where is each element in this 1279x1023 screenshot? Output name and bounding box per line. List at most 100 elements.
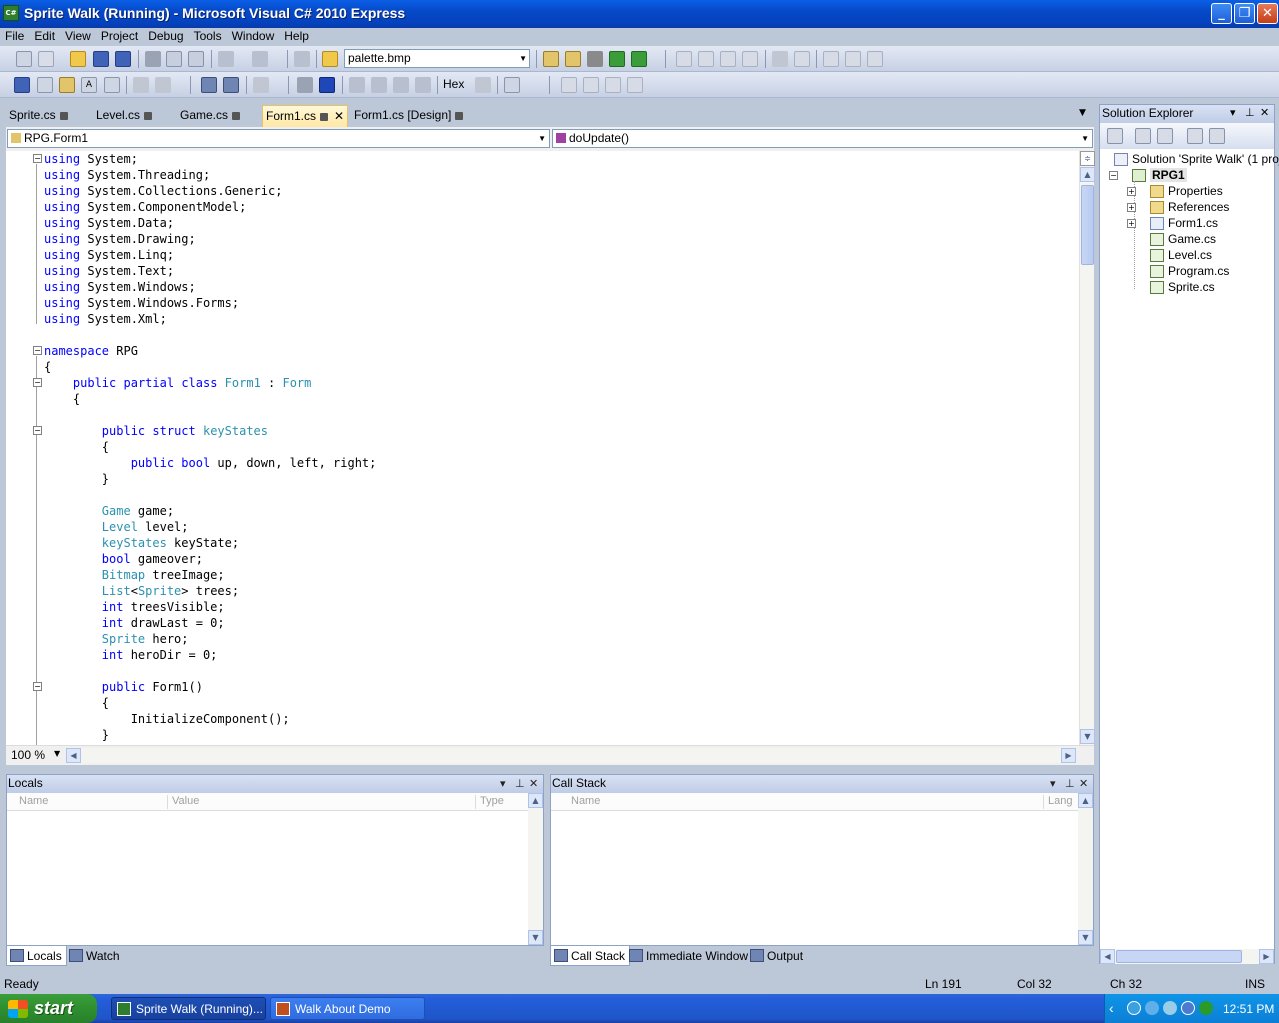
tab-watch[interactable]: Watch [66, 946, 124, 966]
save-all-icon[interactable] [115, 51, 131, 67]
code-line[interactable]: List<Sprite> trees; [44, 583, 1074, 599]
code-line[interactable]: { [44, 391, 1074, 407]
find-in-files-icon[interactable] [322, 51, 338, 67]
pin-icon[interactable]: ⊥ [1065, 776, 1075, 793]
close-icon[interactable]: ✕ [1260, 105, 1269, 122]
step-into-icon[interactable] [37, 77, 53, 93]
open-file-icon[interactable] [70, 51, 86, 67]
call-stack-scrollbar[interactable]: ▲ ▼ [1078, 793, 1093, 945]
exception-icon[interactable] [475, 77, 491, 93]
restore-button[interactable]: ❐ [1234, 3, 1255, 24]
collapse-icon[interactable]: − [33, 346, 42, 355]
criteria-pane-icon[interactable] [823, 51, 839, 67]
display-icon[interactable] [1145, 1001, 1159, 1015]
menu-debug[interactable]: Debug [143, 28, 188, 44]
code-line[interactable]: Game game; [44, 503, 1074, 519]
menu-tools[interactable]: Tools [189, 28, 227, 44]
show-next-statement-icon[interactable] [201, 77, 217, 93]
toolbox-icon[interactable] [631, 51, 647, 67]
tab-output[interactable]: Output [747, 946, 807, 966]
code-line[interactable]: Sprite hero; [44, 631, 1074, 647]
menu-window[interactable]: Window [227, 28, 280, 44]
solution-explorer-header[interactable]: Solution Explorer ▾ ⊥ ✕ [1100, 105, 1274, 123]
code-line[interactable]: { [44, 359, 1074, 375]
tree-item-properties[interactable]: Properties [1150, 183, 1223, 199]
expand-icon[interactable]: + [1127, 187, 1136, 196]
collapse-icon[interactable]: − [33, 426, 42, 435]
new-project-icon[interactable] [16, 51, 32, 67]
scroll-left-icon[interactable]: ◀ [66, 748, 81, 763]
code-line[interactable]: using System.Drawing; [44, 231, 1074, 247]
tree-project[interactable]: RPG1 [1132, 167, 1187, 183]
code-line[interactable]: { [44, 439, 1074, 455]
breakpoint-window-icon[interactable] [14, 77, 30, 93]
code-line[interactable]: bool gameover; [44, 551, 1074, 567]
continue-icon[interactable] [297, 77, 313, 93]
pin-icon[interactable]: ⊥ [515, 776, 525, 793]
code-line[interactable]: using System.Windows; [44, 279, 1074, 295]
code-line[interactable]: keyStates keyState; [44, 535, 1074, 551]
tree-item-level[interactable]: Level.cs [1150, 247, 1212, 263]
start-debugging-icon[interactable] [294, 51, 310, 67]
title-bar[interactable]: C# Sprite Walk (Running) - Microsoft Vis… [0, 0, 1279, 28]
code-line[interactable]: using System.Threading; [44, 167, 1074, 183]
code-line[interactable]: Bitmap treeImage; [44, 567, 1074, 583]
code-line[interactable]: using System.Windows.Forms; [44, 295, 1074, 311]
tab-list-dropdown-icon[interactable]: ▼ [1079, 108, 1086, 118]
comment-icon[interactable] [133, 77, 149, 93]
show-hidden-icons-icon[interactable]: ‹ [1109, 1000, 1114, 1016]
menu-help[interactable]: Help [279, 28, 314, 44]
scroll-up-icon[interactable]: ▲ [528, 793, 543, 808]
menu-project[interactable]: Project [96, 28, 143, 44]
verify-sql-icon[interactable] [794, 51, 810, 67]
code-text[interactable]: using System; using System.Threading; usin… [44, 151, 1074, 743]
scroll-down-icon[interactable]: ▼ [1080, 729, 1095, 744]
collapse-icon[interactable]: − [33, 154, 42, 163]
code-line[interactable]: int heroDir = 0; [44, 647, 1074, 663]
locals-scrollbar[interactable]: ▲ ▼ [528, 793, 543, 945]
sql-icon[interactable] [720, 51, 736, 67]
list-members-icon[interactable] [104, 77, 120, 93]
code-line[interactable] [44, 487, 1074, 503]
tab-form1-design[interactable]: Form1.cs [Design] [351, 105, 464, 127]
collapse-icon[interactable]: − [1109, 171, 1118, 180]
scroll-down-icon[interactable]: ▼ [1078, 930, 1093, 945]
zoom-dropdown-icon[interactable]: ▼ [54, 749, 60, 758]
code-line[interactable]: } [44, 471, 1074, 487]
taskbar-item-sprite-walk[interactable]: Sprite Walk (Running)... [111, 997, 266, 1020]
code-line[interactable] [44, 407, 1074, 423]
indicator-margin[interactable] [6, 151, 31, 745]
collapse-icon[interactable]: − [33, 682, 42, 691]
code-line[interactable] [44, 327, 1074, 343]
tools-icon[interactable] [587, 51, 603, 67]
breakpoints-icon[interactable] [223, 77, 239, 93]
column-language[interactable]: Lang [1048, 793, 1072, 810]
view-designer-icon[interactable] [1209, 128, 1225, 144]
code-line[interactable]: using System.Linq; [44, 247, 1074, 263]
volume-icon[interactable] [1163, 1001, 1177, 1015]
scrollbar-thumb[interactable] [1081, 185, 1094, 265]
taskbar-item-walk-about-demo[interactable]: Walk About Demo [270, 997, 425, 1020]
window-position-icon[interactable]: ▾ [1050, 776, 1056, 793]
tree-item-game[interactable]: Game.cs [1150, 231, 1216, 247]
column-type[interactable]: Type [480, 793, 504, 810]
window-position-icon[interactable]: ▾ [500, 776, 506, 793]
output-window-icon[interactable] [504, 77, 520, 93]
code-line[interactable] [44, 663, 1074, 679]
view-code-icon[interactable] [1187, 128, 1203, 144]
code-line[interactable]: Level level; [44, 519, 1074, 535]
tab-call-stack[interactable]: Call Stack [550, 946, 631, 966]
code-line[interactable]: InitializeComponent(); [44, 711, 1074, 727]
stop-debugging-icon[interactable] [319, 77, 335, 93]
column-name[interactable]: Name [19, 793, 48, 810]
help-icon[interactable] [1199, 1001, 1213, 1015]
tree-item-program[interactable]: Program.cs [1150, 263, 1229, 279]
tree-item-form1[interactable]: Form1.cs [1150, 215, 1218, 231]
registers-icon[interactable] [627, 77, 643, 93]
code-line[interactable]: { [44, 695, 1074, 711]
memory-icon[interactable] [605, 77, 621, 93]
scroll-right-icon[interactable]: ▶ [1061, 748, 1076, 763]
find-symbol-icon[interactable] [543, 51, 559, 67]
tab-locals[interactable]: Locals [6, 946, 67, 966]
security-icon[interactable] [1181, 1001, 1195, 1015]
